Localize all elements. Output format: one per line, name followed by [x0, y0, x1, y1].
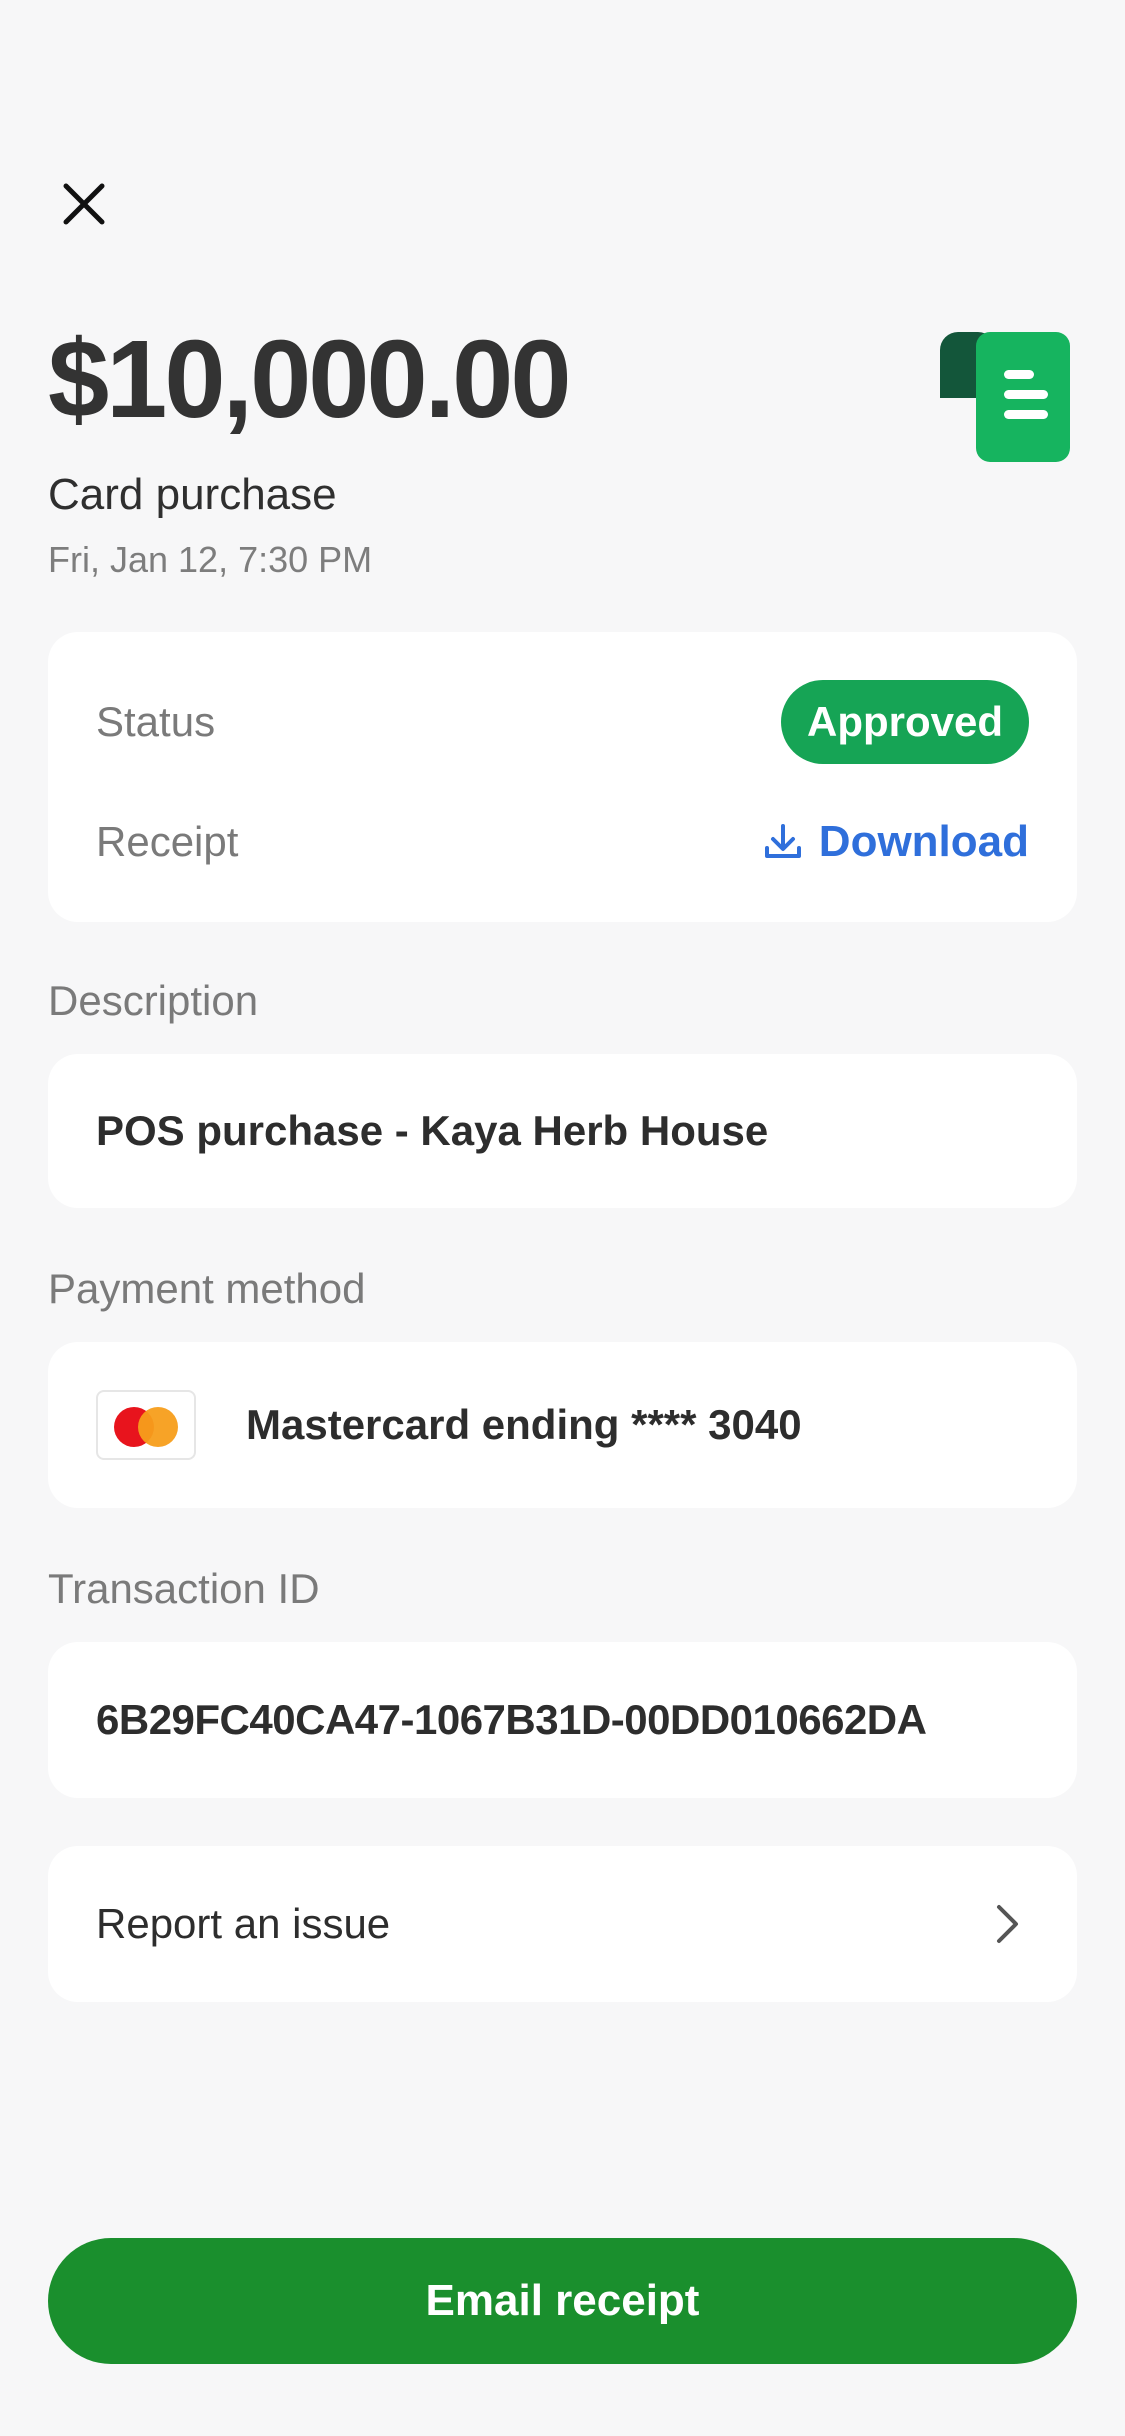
transaction-id-label: Transaction ID [48, 1565, 320, 1612]
download-receipt-link[interactable]: Download [763, 817, 1029, 867]
report-issue-label: Report an issue [96, 1900, 391, 1947]
receipt-row: Receipt Download [96, 800, 1029, 884]
description-value: POS purchase - Kaya Herb House [96, 1107, 769, 1154]
transaction-id-value: 6B29FC40CA47-1067B31D-00DD010662DA [96, 1696, 927, 1743]
status-row: Status Approved [96, 680, 1029, 764]
transaction-amount: $10,000.00 [48, 318, 572, 441]
report-issue-row[interactable]: Report an issue [48, 1846, 1077, 2002]
description-label: Description [48, 977, 259, 1024]
status-card: Status Approved Receipt Download [48, 632, 1077, 922]
download-label: Download [818, 817, 1029, 866]
mastercard-icon [96, 1390, 196, 1460]
chevron-right-icon [997, 1905, 1018, 1943]
email-receipt-button[interactable]: Email receipt [48, 2238, 1077, 2364]
transaction-detail-screen: $10,000.00 Card purchase Fri, Jan 12, 7:… [0, 0, 1125, 2436]
transaction-type: Card purchase [48, 470, 337, 519]
payment-method-value: Mastercard ending **** 3040 [246, 1401, 802, 1448]
status-label: Status [96, 698, 216, 745]
payment-method-card: Mastercard ending **** 3040 [48, 1342, 1077, 1508]
receipt-label: Receipt [96, 818, 239, 865]
download-icon [764, 824, 801, 858]
close-button[interactable] [56, 176, 112, 232]
description-card: POS purchase - Kaya Herb House [48, 1054, 1077, 1208]
close-icon [63, 183, 105, 225]
payment-method-label: Payment method [48, 1265, 366, 1312]
receipt-logo-icon [940, 332, 1070, 462]
status-badge: Approved [780, 680, 1029, 764]
transaction-date: Fri, Jan 12, 7:30 PM [48, 539, 373, 580]
transaction-id-card: 6B29FC40CA47-1067B31D-00DD010662DA [48, 1642, 1077, 1798]
